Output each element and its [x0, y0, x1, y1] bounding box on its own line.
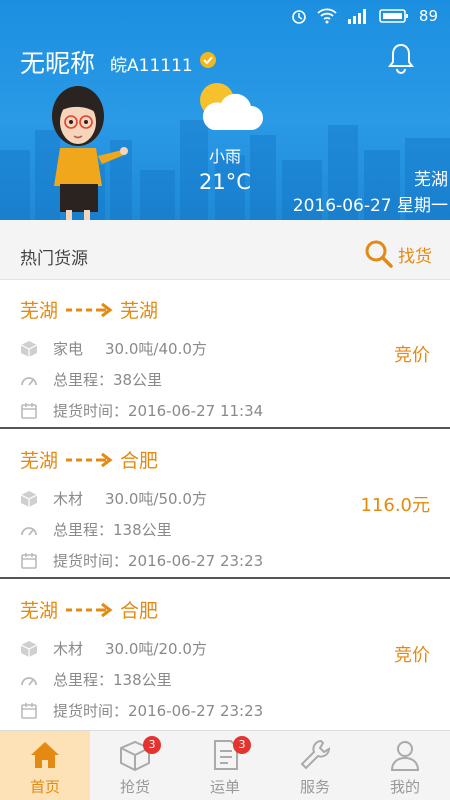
- distance-row: 总里程：38公里: [20, 369, 162, 390]
- search-icon: [365, 240, 393, 268]
- cargo-card[interactable]: 芜湖 合肥 木材 30.0吨/50.0方 总里程：138公里 提货时间：2016…: [0, 431, 450, 579]
- package-icon: [20, 640, 38, 657]
- origin-city: 芜湖: [20, 450, 59, 472]
- battery-icon: [379, 8, 409, 24]
- rain-weather-icon: [200, 83, 263, 130]
- route-arrow-icon: [66, 452, 113, 467]
- tab-waybill[interactable]: 3 运单: [180, 731, 270, 800]
- tab-label: 首页: [29, 778, 60, 796]
- route: 芜湖 芜湖: [20, 296, 158, 323]
- notification-bell-icon[interactable]: [386, 42, 416, 76]
- gauge-icon: [21, 376, 37, 386]
- tab-home[interactable]: 首页: [0, 731, 90, 800]
- route: 芜湖 合肥: [20, 446, 158, 473]
- wifi-icon: [317, 8, 337, 24]
- package-icon: [20, 490, 38, 507]
- battery-level: 89: [418, 7, 438, 25]
- cargo-capacity: 30.0吨/20.0方: [105, 640, 207, 658]
- price: 竞价: [394, 645, 430, 666]
- distance: 总里程：38公里: [53, 371, 163, 389]
- tab-mine[interactable]: 我的: [360, 731, 450, 800]
- find-cargo-button[interactable]: 找货: [364, 236, 432, 272]
- section-title: 热门货源: [20, 249, 88, 269]
- pickup-row: 提货时间：2016-06-27 23:23: [20, 700, 263, 721]
- pickup-time: 提货时间：2016-06-27 23:23: [53, 552, 264, 570]
- destination-city: 合肥: [120, 450, 159, 472]
- pickup-row: 提货时间：2016-06-27 11:34: [20, 400, 263, 421]
- signal-icon: [347, 8, 369, 24]
- cargo-type: 木材: [53, 640, 84, 658]
- user-nickname: 无昵称: [20, 49, 96, 78]
- cargo-info-row: 木材 30.0吨/20.0方: [20, 638, 207, 659]
- package-icon: [20, 340, 38, 357]
- cargo-capacity: 30.0吨/40.0方: [105, 340, 207, 358]
- tab-service[interactable]: 服务: [270, 731, 360, 800]
- route-arrow-icon: [66, 602, 113, 617]
- weather-description: 小雨: [208, 147, 241, 166]
- cargo-type: 木材: [53, 490, 84, 508]
- destination-city: 合肥: [120, 600, 159, 622]
- tab-label: 抢货: [119, 778, 150, 796]
- price: 116.0元: [360, 495, 430, 516]
- person-icon: [390, 741, 420, 771]
- current-date: 2016-06-27 星期一: [292, 196, 448, 216]
- route: 芜湖 合肥: [20, 596, 158, 623]
- wrench-icon: [300, 739, 331, 770]
- distance-row: 总里程：138公里: [20, 519, 172, 540]
- avatar-illustration: [52, 86, 128, 220]
- home-icon: [31, 742, 59, 768]
- tab-grab-cargo[interactable]: 3 抢货: [90, 731, 180, 800]
- hot-cargo-section-header: 热门货源 找货: [0, 220, 450, 280]
- current-city: 芜湖: [414, 170, 448, 190]
- notification-badge: 3: [233, 736, 251, 754]
- destination-city: 芜湖: [120, 300, 159, 322]
- gauge-icon: [21, 526, 37, 536]
- cargo-type: 家电: [53, 340, 84, 358]
- tab-label: 我的: [389, 778, 420, 796]
- distance: 总里程：138公里: [53, 521, 172, 539]
- cargo-capacity: 30.0吨/50.0方: [105, 490, 207, 508]
- calendar-icon: [21, 552, 37, 569]
- distance-row: 总里程：138公里: [20, 669, 172, 690]
- pickup-time: 提货时间：2016-06-27 11:34: [53, 402, 264, 420]
- find-cargo-label: 找货: [398, 246, 432, 267]
- origin-city: 芜湖: [20, 600, 59, 622]
- cargo-card[interactable]: 芜湖 合肥 木材 30.0吨/20.0方 总里程：138公里 提货时间：2016…: [0, 581, 450, 729]
- distance: 总里程：138公里: [53, 671, 172, 689]
- gauge-icon: [21, 676, 37, 686]
- cargo-info-row: 家电 30.0吨/40.0方: [20, 338, 207, 359]
- price: 竞价: [394, 345, 430, 366]
- bottom-tab-bar: 首页 3 抢货 3 运单 服务 我的: [0, 730, 450, 800]
- tab-label: 运单: [209, 778, 240, 796]
- alarm-icon: [291, 8, 307, 24]
- route-arrow-icon: [66, 302, 113, 317]
- origin-city: 芜湖: [20, 300, 59, 322]
- pickup-row: 提货时间：2016-06-27 23:23: [20, 550, 263, 571]
- cargo-card[interactable]: 芜湖 芜湖 家电 30.0吨/40.0方 总里程：38公里 提货时间：2016-…: [0, 281, 450, 429]
- notification-badge: 3: [143, 736, 161, 754]
- calendar-icon: [21, 702, 37, 719]
- status-bar: 89: [0, 0, 450, 32]
- header-banner: 89 无昵称 皖A11111 小雨 21°C 芜湖 2016-06-27 星期一: [0, 0, 450, 220]
- tab-label: 服务: [299, 778, 330, 796]
- license-plate: 皖A11111: [110, 56, 193, 76]
- cargo-info-row: 木材 30.0吨/50.0方: [20, 488, 207, 509]
- verified-badge-icon: [200, 52, 216, 68]
- calendar-icon: [21, 402, 37, 419]
- temperature: 21°C: [199, 170, 251, 194]
- pickup-time: 提货时间：2016-06-27 23:23: [53, 702, 264, 720]
